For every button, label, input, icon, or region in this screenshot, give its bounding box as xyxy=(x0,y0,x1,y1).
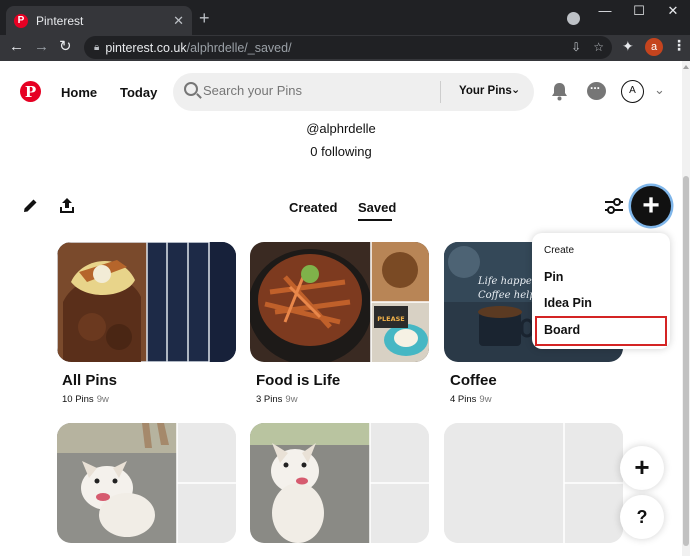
board-age: 9w xyxy=(479,394,492,405)
create-pin-option[interactable]: Pin xyxy=(544,270,563,284)
scroll-up-arrow-icon[interactable] xyxy=(683,65,689,69)
pinterest-logo-icon[interactable]: P xyxy=(20,81,41,102)
lock-icon: 🔒︎ xyxy=(94,42,100,53)
browser-tab[interactable]: P Pinterest ✕ xyxy=(6,6,192,35)
food-collage-image: PLEASE xyxy=(250,242,429,362)
board-cover-all-pins[interactable] xyxy=(57,242,236,362)
bell-icon[interactable] xyxy=(551,82,568,101)
board-cover-dog-1[interactable] xyxy=(57,423,236,543)
create-menu-heading: Create xyxy=(544,245,575,256)
dog-photo-image xyxy=(57,423,236,543)
browser-toolbar: ← → ↻ 🔒︎ pinterest.co.uk /alphrdelle/_sa… xyxy=(0,35,690,61)
board-pin-count: 10 Pins xyxy=(62,394,94,405)
bookmark-star-icon[interactable]: ☆ xyxy=(593,40,604,54)
search-icon xyxy=(184,82,198,96)
create-menu: Create Pin Idea Pin Board xyxy=(532,233,670,349)
window-controls: — ☐ ✕ xyxy=(588,0,690,24)
pinterest-favicon-icon: P xyxy=(14,13,28,28)
filter-sliders-icon[interactable] xyxy=(605,198,623,214)
profile-avatar[interactable]: A xyxy=(621,80,644,103)
board-meta: 4 Pins 9w xyxy=(450,394,492,405)
share-upload-icon[interactable] xyxy=(59,197,75,214)
maximize-button[interactable]: ☐ xyxy=(622,0,656,24)
board-age: 9w xyxy=(96,394,109,405)
reload-icon[interactable]: ↻ xyxy=(59,38,72,56)
board-cover-dog-2[interactable] xyxy=(250,423,429,543)
edit-pencil-icon[interactable] xyxy=(23,198,38,213)
new-tab-button[interactable]: + xyxy=(199,9,210,27)
page-scrollbar[interactable] xyxy=(682,61,690,556)
url-path: /alphrdelle/_saved/ xyxy=(186,40,292,55)
board-name[interactable]: All Pins xyxy=(62,372,117,389)
create-idea-pin-option[interactable]: Idea Pin xyxy=(544,296,592,310)
all-pins-collage-image xyxy=(57,242,236,362)
active-tab-underline xyxy=(358,219,392,221)
chrome-menu-icon[interactable]: ⋮ xyxy=(672,37,686,54)
board-name[interactable]: Coffee xyxy=(450,372,497,389)
profile-following[interactable]: 0 following xyxy=(0,144,682,159)
nav-today-link[interactable]: Today xyxy=(120,85,157,100)
pinterest-header: P Home Today Your Pins ⌄ A ⌄ xyxy=(0,61,682,125)
search-scope-dropdown[interactable]: Your Pins xyxy=(459,85,512,97)
forward-arrow-icon[interactable]: → xyxy=(34,38,49,56)
search-input[interactable] xyxy=(203,83,433,98)
scrollbar-thumb[interactable] xyxy=(683,176,689,546)
nav-home-link[interactable]: Home xyxy=(61,85,97,100)
dog-photo-image xyxy=(250,423,429,543)
board-meta: 3 Pins 9w xyxy=(256,394,298,405)
minimize-button[interactable]: — xyxy=(588,0,622,24)
board-pin-count: 3 Pins xyxy=(256,394,283,405)
chrome-profile-avatar[interactable]: a xyxy=(645,38,663,56)
floating-add-button[interactable]: + xyxy=(620,446,664,490)
install-app-icon[interactable]: ⇩ xyxy=(571,40,581,54)
board-pin-count: 4 Pins xyxy=(450,394,477,405)
board-name[interactable]: Food is Life xyxy=(256,372,340,389)
browser-tabstrip: P Pinterest ✕ + — ☐ ✕ xyxy=(0,0,690,35)
create-plus-button[interactable]: + xyxy=(631,186,671,226)
close-tab-icon[interactable]: ✕ xyxy=(173,13,184,29)
back-arrow-icon[interactable]: ← xyxy=(9,38,24,56)
close-window-button[interactable]: ✕ xyxy=(656,0,690,24)
board-cover-empty[interactable] xyxy=(444,423,623,543)
extensions-puzzle-icon[interactable]: ✦ xyxy=(622,38,634,55)
tab-search-icon[interactable] xyxy=(567,12,580,25)
food-image-text: PLEASE xyxy=(377,315,405,323)
board-age: 9w xyxy=(285,394,298,405)
help-button[interactable]: ? xyxy=(620,495,664,539)
board-option-highlight xyxy=(535,316,667,346)
profile-username: @alphrdelle xyxy=(306,121,376,136)
board-cover-food-is-life[interactable]: PLEASE xyxy=(250,242,429,362)
messages-icon[interactable] xyxy=(587,78,606,100)
account-chevron-down-icon[interactable]: ⌄ xyxy=(654,82,665,98)
chevron-down-icon[interactable]: ⌄ xyxy=(511,83,520,96)
address-bar[interactable]: 🔒︎ pinterest.co.uk /alphrdelle/_saved/ ⇩… xyxy=(84,36,612,59)
board-meta: 10 Pins 9w xyxy=(62,394,109,405)
tab-created[interactable]: Created xyxy=(289,200,337,215)
search-divider xyxy=(440,81,441,103)
tab-saved[interactable]: Saved xyxy=(358,200,396,215)
empty-board-placeholder xyxy=(444,423,623,543)
browser-tab-title: Pinterest xyxy=(36,13,84,28)
search-bar[interactable]: Your Pins ⌄ xyxy=(173,73,534,111)
url-host: pinterest.co.uk xyxy=(105,40,187,55)
